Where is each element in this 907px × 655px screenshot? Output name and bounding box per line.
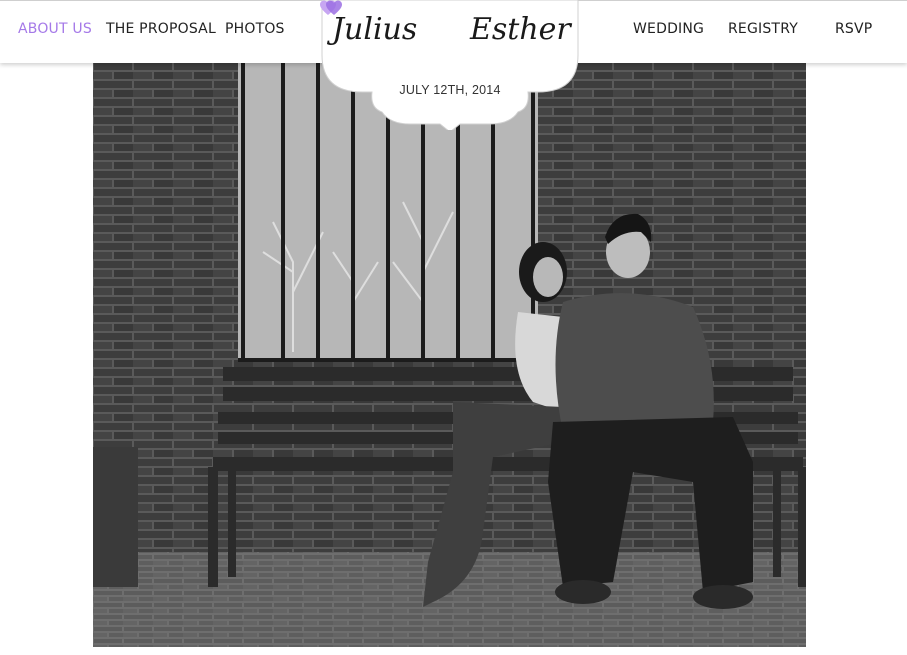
photo-illustration <box>93 62 806 647</box>
nav-wedding[interactable]: WEDDING <box>633 21 704 37</box>
logo-badge[interactable]: Julius Esther JULY 12TH, 2014 <box>320 0 580 130</box>
couple-on-bench-photo <box>93 62 806 647</box>
nav-registry[interactable]: REGISTRY <box>728 21 798 37</box>
wedding-date: JULY 12TH, 2014 <box>399 83 501 97</box>
nav-the-proposal[interactable]: THE PROPOSAL <box>106 21 216 37</box>
name-julius: Julius <box>332 12 418 47</box>
name-esther: Esther <box>470 12 571 47</box>
nav-photos[interactable]: PHOTOS <box>225 21 285 37</box>
nav-about-us[interactable]: ABOUT US <box>18 21 92 37</box>
nav-rsvp[interactable]: RSVP <box>835 21 872 37</box>
double-heart-icon <box>320 0 342 15</box>
